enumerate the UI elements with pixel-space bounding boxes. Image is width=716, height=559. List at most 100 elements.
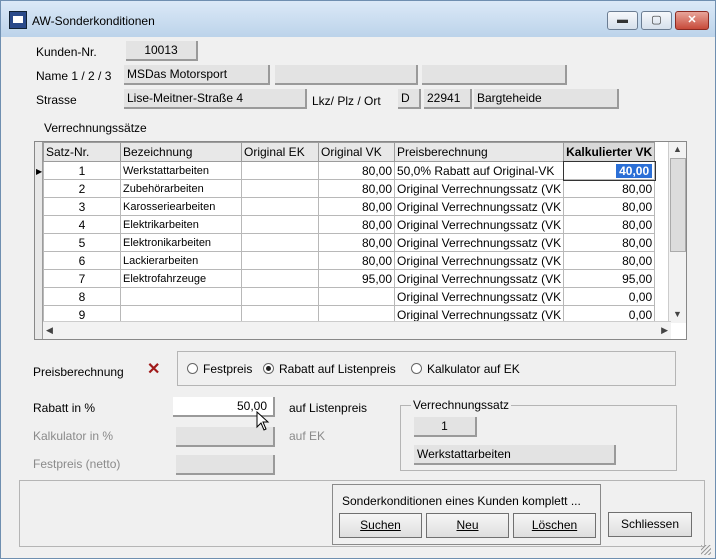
kunden-nr-field[interactable]: 10013	[126, 41, 198, 61]
strasse-field[interactable]: Lise-Meitner-Straße 4	[124, 89, 307, 109]
cell-bezeichnung[interactable]: Werkstattarbeiten	[120, 161, 242, 180]
col-original-vk[interactable]: Original VK	[318, 142, 395, 162]
col-original-ek[interactable]: Original EK	[241, 142, 319, 162]
cell-bezeichnung[interactable]: Zubehörarbeiten	[120, 179, 242, 198]
cell-original-vk[interactable]: 95,00	[318, 269, 395, 288]
cell-preisberechnung[interactable]: Original Verrechnungssatz (VK	[393, 287, 565, 306]
suchen-button[interactable]: Suchen	[339, 513, 422, 538]
resize-grip-icon[interactable]	[701, 545, 711, 555]
radio-festpreis[interactable]: Festpreis	[187, 362, 252, 376]
cell-kalkulierter-vk[interactable]: 0,00	[563, 287, 656, 306]
grid-horizontal-scrollbar[interactable]: ◀ ▶	[43, 321, 671, 339]
cell-bezeichnung[interactable]: Karosseriearbeiten	[120, 197, 242, 216]
cell-kalkulierter-vk[interactable]: 80,00	[563, 233, 656, 252]
cell-original-vk[interactable]: 80,00	[318, 197, 395, 216]
cell-original-vk[interactable]: 80,00	[318, 179, 395, 198]
col-bezeichnung[interactable]: Bezeichnung	[120, 142, 242, 162]
row-indicator: ▶	[35, 142, 43, 339]
cell-bezeichnung[interactable]: Elektrofahrzeuge	[120, 269, 242, 288]
col-kalkulierter-vk[interactable]: Kalkulierter VK	[563, 142, 656, 162]
cell-original-vk[interactable]: 80,00	[318, 251, 395, 270]
close-button[interactable]: ✕	[675, 11, 709, 30]
table-row[interactable]: 3 Karosseriearbeiten 80,00 Original Verrech…	[43, 197, 656, 216]
festpreis-input[interactable]	[176, 455, 275, 475]
cell-original-ek[interactable]	[241, 287, 319, 306]
table-row[interactable]: 4 Elektrikarbeiten 80,00 Original Verrechnu…	[43, 215, 656, 234]
cell-original-ek[interactable]	[241, 197, 319, 216]
scroll-left-icon[interactable]: ◀	[46, 325, 53, 336]
table-row[interactable]: 2 Zubehörarbeiten 80,00 Original Verrechnun…	[43, 179, 656, 198]
cell-preisberechnung[interactable]: Original Verrechnungssatz (VK	[393, 179, 565, 198]
schliessen-button[interactable]: Schliessen	[608, 512, 692, 537]
neu-button[interactable]: Neu	[426, 513, 509, 538]
cell-preisberechnung[interactable]: Original Verrechnungssatz (VK	[393, 251, 565, 270]
cell-kalkulierter-vk[interactable]: 80,00	[563, 251, 656, 270]
lkz-field[interactable]: D	[398, 89, 421, 109]
rates-grid[interactable]: ▶ Satz-Nr. Bezeichnung Original EK Origi…	[34, 141, 687, 340]
col-satz-nr[interactable]: Satz-Nr.	[43, 142, 121, 162]
table-row[interactable]: 5 Elektronikarbeiten 80,00 Original Verrech…	[43, 233, 656, 252]
table-row[interactable]: 8 Original Verrechnungssatz (VK 0,00	[43, 287, 656, 306]
cell-preisberechnung[interactable]: Original Verrechnungssatz (VK	[393, 269, 565, 288]
radio-kalkulator[interactable]: Kalkulator auf EK	[411, 362, 520, 376]
rabatt-label: Rabatt in %	[33, 401, 96, 415]
table-row[interactable]: 6 Lackierarbeiten 80,00 Original Verrechnun…	[43, 251, 656, 270]
cell-preisberechnung[interactable]: Original Verrechnungssatz (VK	[393, 233, 565, 252]
mouse-cursor-icon	[256, 411, 270, 431]
cell-satz-nr[interactable]: 8	[43, 287, 121, 306]
cell-satz-nr[interactable]: 7	[43, 269, 121, 288]
minimize-button[interactable]: ▬	[607, 11, 638, 30]
cell-original-vk[interactable]	[318, 287, 395, 306]
scroll-right-icon[interactable]: ▶	[661, 325, 668, 336]
table-row[interactable]: 1 Werkstattarbeiten 80,00 50,0% Rabatt auf …	[43, 160, 656, 181]
cell-kalkulierter-vk[interactable]: 95,00	[563, 269, 656, 288]
cell-satz-nr[interactable]: 2	[43, 179, 121, 198]
cell-bezeichnung[interactable]	[120, 287, 242, 306]
kalkulator-suffix: auf EK	[289, 429, 326, 443]
cell-kalkulierter-vk[interactable]: 80,00	[563, 215, 656, 234]
cell-original-ek[interactable]	[241, 179, 319, 198]
name1-field[interactable]: MSDas Motorsport	[124, 65, 270, 85]
ort-field[interactable]: Bargteheide	[474, 89, 619, 109]
cell-original-vk[interactable]: 80,00	[318, 161, 395, 180]
name3-field[interactable]	[422, 65, 567, 85]
grid-vertical-scrollbar[interactable]: ▲ ▼	[668, 142, 686, 323]
cell-satz-nr[interactable]: 5	[43, 233, 121, 252]
vs-bezeichnung-field: Werkstattarbeiten	[414, 445, 616, 465]
cell-original-ek[interactable]	[241, 215, 319, 234]
cell-satz-nr[interactable]: 3	[43, 197, 121, 216]
col-preisberechnung[interactable]: Preisberechnung	[393, 142, 565, 162]
scroll-down-icon[interactable]: ▼	[673, 309, 682, 319]
cell-original-ek[interactable]	[241, 233, 319, 252]
loeschen-button[interactable]: Löschen	[513, 513, 596, 538]
cell-satz-nr[interactable]: 1	[43, 161, 121, 180]
scroll-up-icon[interactable]: ▲	[673, 144, 682, 154]
cell-original-ek[interactable]	[241, 269, 319, 288]
festpreis-label: Festpreis (netto)	[33, 457, 121, 471]
clear-pricing-icon[interactable]: ✕	[147, 359, 160, 379]
pricing-options-group: Festpreis Rabatt auf Listenpreis Kalkula…	[177, 351, 676, 386]
cell-kalkulierter-vk[interactable]: 80,00	[563, 179, 656, 198]
radio-dot-selected	[263, 363, 274, 374]
cell-preisberechnung[interactable]: Original Verrechnungssatz (VK	[393, 215, 565, 234]
cell-preisberechnung[interactable]: 50,0% Rabatt auf Original-VK	[393, 161, 565, 180]
cell-original-ek[interactable]	[241, 251, 319, 270]
cell-bezeichnung[interactable]: Lackierarbeiten	[120, 251, 242, 270]
name2-field[interactable]	[275, 65, 418, 85]
cell-bezeichnung[interactable]: Elektrikarbeiten	[120, 215, 242, 234]
cell-bezeichnung[interactable]: Elektronikarbeiten	[120, 233, 242, 252]
cell-preisberechnung[interactable]: Original Verrechnungssatz (VK	[393, 197, 565, 216]
cell-satz-nr[interactable]: 4	[43, 215, 121, 234]
cell-kalkulierter-vk[interactable]: 40,00	[562, 160, 656, 181]
actions-caption: Sonderkonditionen eines Kunden komplett …	[342, 494, 581, 508]
plz-field[interactable]: 22941	[424, 89, 472, 109]
cell-kalkulierter-vk[interactable]: 80,00	[563, 197, 656, 216]
cell-original-vk[interactable]: 80,00	[318, 233, 395, 252]
cell-satz-nr[interactable]: 6	[43, 251, 121, 270]
radio-rabatt[interactable]: Rabatt auf Listenpreis	[263, 362, 396, 376]
table-row[interactable]: 7 Elektrofahrzeuge 95,00 Original Verrechnu…	[43, 269, 656, 288]
cell-original-ek[interactable]	[241, 161, 319, 180]
scroll-thumb[interactable]	[670, 158, 686, 252]
cell-original-vk[interactable]: 80,00	[318, 215, 395, 234]
maximize-button[interactable]: ▢	[641, 11, 672, 30]
